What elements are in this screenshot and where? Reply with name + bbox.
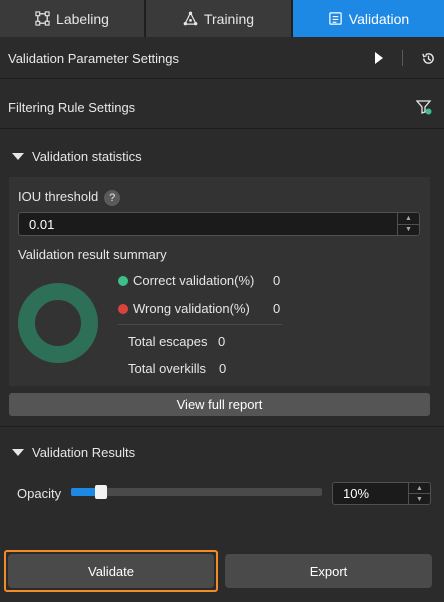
divider: [0, 426, 444, 427]
tab-training-label: Training: [203, 10, 255, 27]
iou-threshold-stepper[interactable]: ▲ ▼: [397, 213, 419, 235]
validation-results-header[interactable]: Validation Results: [0, 438, 444, 466]
training-icon: [183, 11, 198, 26]
summary-divider: [118, 324, 282, 325]
total-overkills-value: 0: [219, 361, 227, 376]
validation-donut-chart: [18, 283, 98, 363]
correct-validation-value: 0: [273, 273, 281, 288]
validate-button[interactable]: Validate: [8, 554, 214, 588]
stepper-up-icon[interactable]: ▲: [398, 213, 419, 224]
opacity-value: 10%: [343, 486, 370, 501]
total-escapes-value: 0: [218, 334, 226, 349]
export-button[interactable]: Export: [225, 554, 432, 588]
filtering-rule-settings-title: Filtering Rule Settings: [8, 99, 136, 115]
iou-threshold-label-row: IOU threshold?: [18, 189, 121, 206]
play-icon[interactable]: [374, 52, 384, 64]
opacity-input[interactable]: 10% ▲ ▼: [332, 482, 431, 505]
validation-param-settings-row[interactable]: Validation Parameter Settings: [0, 38, 444, 78]
correct-dot-icon: [118, 276, 128, 286]
tab-labeling-label: Labeling: [56, 10, 109, 27]
validation-statistics-header[interactable]: Validation statistics: [0, 142, 444, 170]
validation-results-title: Validation Results: [32, 444, 136, 460]
total-overkills-label: Total overkills: [128, 361, 207, 376]
tab-training[interactable]: Training: [146, 0, 293, 37]
iou-threshold-value: 0.01: [29, 216, 55, 232]
opacity-slider-thumb[interactable]: [95, 485, 107, 499]
iou-threshold-input[interactable]: 0.01 ▲ ▼: [18, 212, 420, 236]
tab-validation[interactable]: Validation: [293, 0, 444, 37]
stepper-down-icon[interactable]: ▼: [409, 493, 430, 504]
iou-threshold-label: IOU threshold: [18, 189, 99, 204]
tab-labeling[interactable]: Labeling: [0, 0, 146, 37]
wrong-dot-icon: [118, 304, 128, 314]
total-escapes-label: Total escapes: [128, 334, 208, 349]
wrong-validation-value: 0: [273, 301, 281, 316]
opacity-slider[interactable]: [71, 485, 322, 499]
correct-validation-label: Correct validation(%): [133, 273, 255, 288]
toolbar-divider: [402, 50, 403, 66]
history-icon[interactable]: [421, 51, 436, 66]
legend-wrong-validation: Wrong validation(%): [118, 301, 250, 316]
help-icon[interactable]: ?: [104, 189, 121, 206]
validation-icon: [329, 12, 342, 25]
filter-settings-icon[interactable]: [416, 99, 432, 115]
validation-statistics-title: Validation statistics: [32, 148, 142, 164]
labeling-icon: [35, 11, 50, 26]
tab-bar: Labeling Training Validation: [0, 0, 444, 37]
divider: [0, 78, 444, 79]
opacity-stepper[interactable]: ▲ ▼: [408, 483, 430, 504]
stepper-up-icon[interactable]: ▲: [409, 483, 430, 493]
view-full-report-button[interactable]: View full report: [9, 393, 430, 416]
collapse-caret-icon: [12, 448, 24, 456]
filtering-rule-settings-row[interactable]: Filtering Rule Settings: [0, 88, 444, 126]
divider: [0, 128, 444, 129]
tab-validation-label: Validation: [348, 10, 410, 27]
collapse-caret-icon: [12, 152, 24, 160]
opacity-label: Opacity: [17, 486, 62, 501]
legend-correct-validation: Correct validation(%): [118, 273, 254, 288]
validation-param-settings-title: Validation Parameter Settings: [8, 50, 180, 66]
wrong-validation-label: Wrong validation(%): [133, 301, 250, 316]
stepper-down-icon[interactable]: ▼: [398, 223, 419, 236]
validation-result-summary-title: Validation result summary: [18, 247, 167, 262]
